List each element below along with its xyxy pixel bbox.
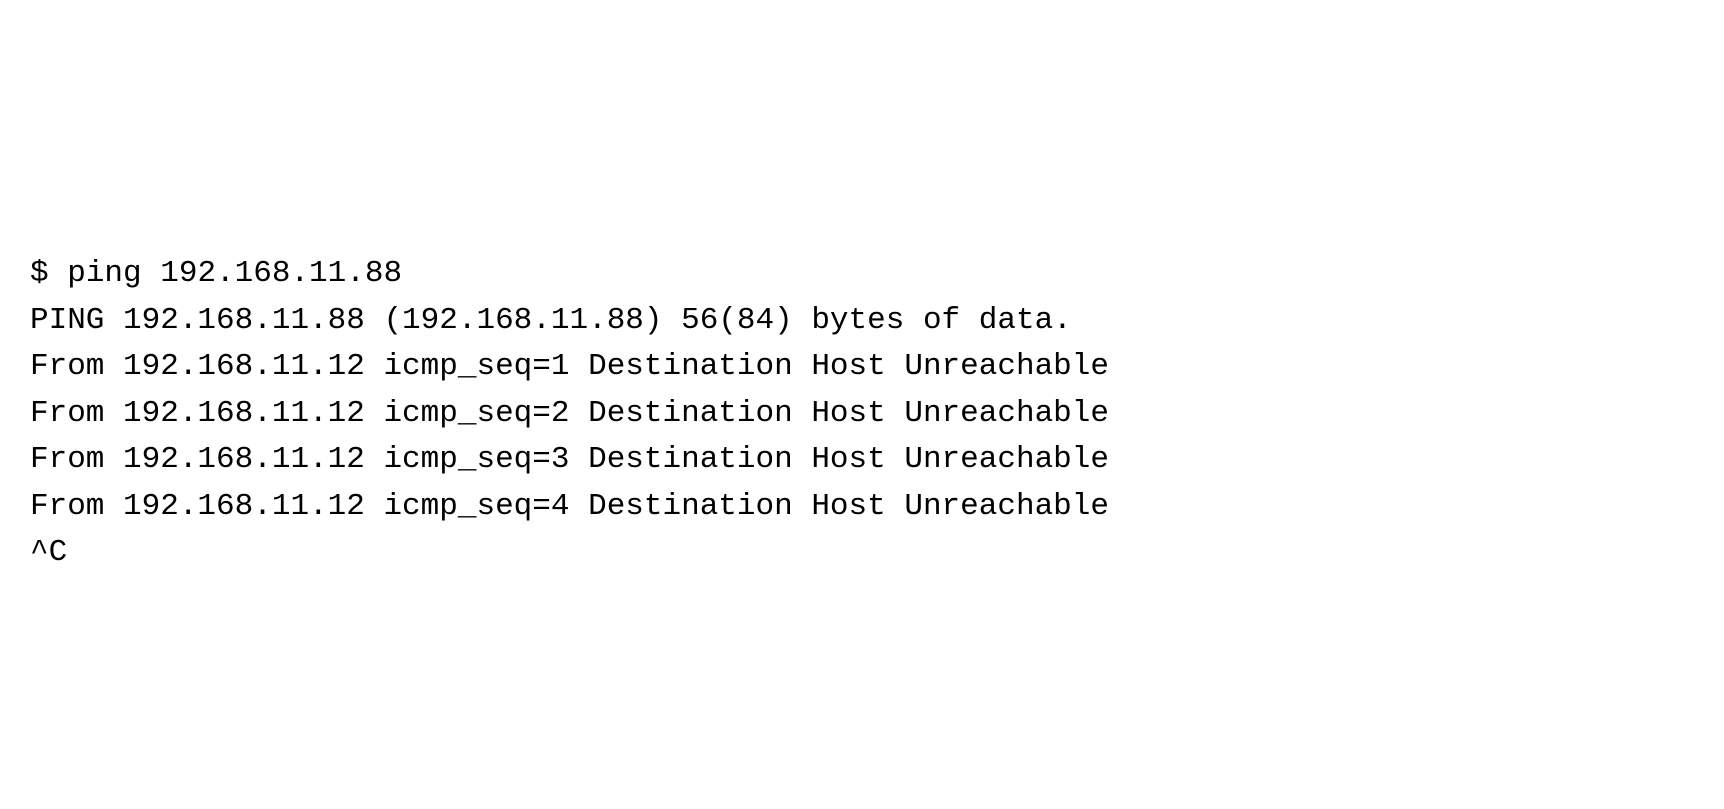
ping-response-line: From 192.168.11.12 icmp_seq=1 Destinatio…	[30, 344, 1694, 391]
ping-response-line: From 192.168.11.12 icmp_seq=3 Destinatio…	[30, 437, 1694, 484]
ping-header-line: PING 192.168.11.88 (192.168.11.88) 56(84…	[30, 298, 1694, 345]
interrupt-line: ^C	[30, 530, 1694, 577]
ping-command: ping 192.168.11.88	[67, 256, 402, 291]
ping-response-line: From 192.168.11.12 icmp_seq=2 Destinatio…	[30, 391, 1694, 438]
terminal-output: $ ping 192.168.11.88PING 192.168.11.88 (…	[30, 251, 1694, 577]
shell-prompt: $	[30, 256, 67, 291]
ping-response-line: From 192.168.11.12 icmp_seq=4 Destinatio…	[30, 484, 1694, 531]
command-line: $ ping 192.168.11.88	[30, 251, 1694, 298]
